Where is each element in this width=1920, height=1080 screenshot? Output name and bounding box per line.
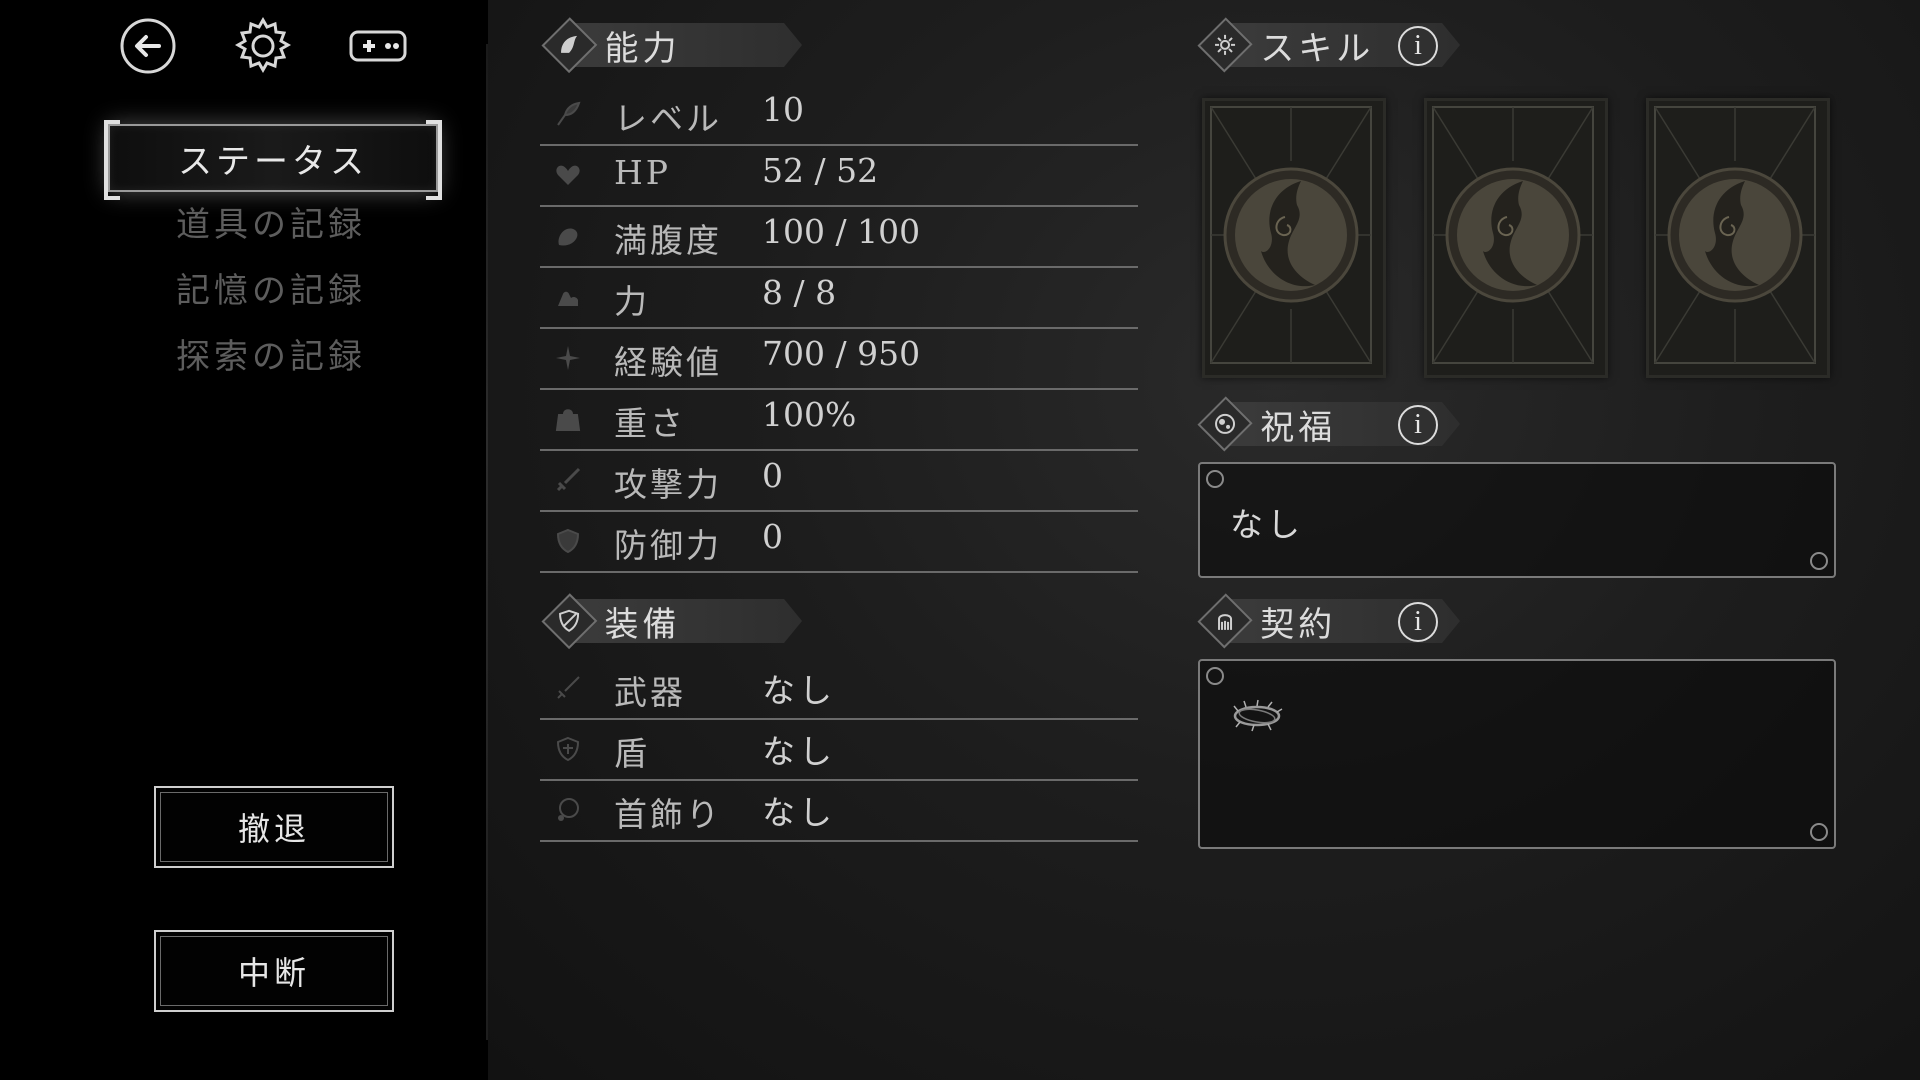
equip-row-weapon: 武器 なし (540, 658, 1138, 720)
frame-ornament (1206, 667, 1224, 685)
stat-label: 力 (614, 282, 650, 321)
equip-value: なし (762, 732, 836, 771)
settings-gear-icon[interactable] (233, 16, 293, 76)
stat-label: 防御力 (614, 526, 722, 565)
nav-memory-records[interactable]: 記憶の記録 (108, 260, 434, 314)
skill-card[interactable] (1646, 98, 1830, 378)
stat-row-experience: 経験値 700 / 950 (540, 328, 1138, 390)
ability-title: 能力 (571, 23, 802, 67)
retreat-button[interactable]: 撤退 (154, 786, 394, 868)
sidebar: ステータス 道具の記録 記憶の記録 探索の記録 撤退 中断 (0, 0, 488, 1080)
shield-icon (554, 527, 582, 555)
stat-value: 0 (762, 456, 783, 495)
nav-item-records[interactable]: 道具の記録 (108, 194, 434, 248)
nav-status[interactable]: ステータス (104, 120, 442, 200)
stat-row-satiety: 満腹度 100 / 100 (540, 206, 1138, 268)
frame-ornament (1810, 823, 1828, 841)
equip-value: なし (762, 671, 836, 710)
equip-value: なし (762, 793, 836, 832)
skill-card[interactable] (1424, 98, 1608, 378)
stat-label: 重さ (614, 404, 686, 443)
stat-value: 52 / 52 (762, 151, 879, 190)
star-icon (554, 344, 582, 372)
equip-label: 首飾り (614, 795, 722, 834)
arm-icon (554, 283, 582, 311)
blessing-info-button[interactable]: i (1398, 405, 1438, 445)
contract-info-button[interactable]: i (1398, 602, 1438, 642)
skill-card[interactable] (1202, 98, 1386, 378)
blessing-header: 祝福 i (1197, 396, 1460, 452)
bag-icon (554, 405, 582, 433)
sword-icon (554, 466, 582, 494)
skill-header: スキル i (1197, 17, 1460, 73)
stat-row-level: レベル 10 (540, 84, 1138, 146)
stat-value: 100 / 100 (762, 212, 921, 251)
stat-row-hp: HP 52 / 52 (540, 145, 1138, 207)
meat-icon (554, 222, 582, 250)
feather-icon (554, 100, 582, 128)
stat-row-defense: 防御力 0 (540, 511, 1138, 573)
equip-label: 武器 (614, 673, 686, 712)
stat-label: 満腹度 (614, 221, 722, 260)
equipment-header: 装備 (541, 593, 802, 649)
suspend-button[interactable]: 中断 (154, 930, 394, 1012)
ability-header: 能力 (541, 17, 802, 73)
moon-card-art-icon (1210, 106, 1372, 364)
equip-row-shield: 盾 なし (540, 719, 1138, 781)
equipment-title: 装備 (571, 599, 802, 643)
stat-value: 10 (762, 90, 804, 129)
weapon-icon (554, 674, 582, 702)
stat-label: HP (614, 153, 671, 192)
blessing-value: なし (1230, 505, 1304, 544)
necklace-icon (554, 796, 582, 824)
stat-value: 100% (762, 395, 857, 434)
heart-icon (554, 161, 582, 189)
back-arrow-icon[interactable] (118, 16, 178, 76)
stat-row-strength: 力 8 / 8 (540, 267, 1138, 329)
moon-card-art-icon (1654, 106, 1816, 364)
stat-row-attack: 攻撃力 0 (540, 450, 1138, 512)
nav-exploration-records[interactable]: 探索の記録 (108, 326, 434, 380)
stat-label: 攻撃力 (614, 465, 722, 504)
stat-value: 8 / 8 (762, 273, 837, 312)
stat-label: 経験値 (614, 343, 722, 382)
equip-label: 盾 (614, 734, 650, 773)
stat-value: 0 (762, 517, 783, 556)
contract-box (1198, 659, 1836, 849)
stat-label: レベル (614, 99, 722, 138)
shield-cross-icon (554, 735, 582, 763)
frame-ornament (1206, 470, 1224, 488)
gamepad-icon[interactable] (348, 16, 408, 76)
thorn-crown-icon[interactable] (1230, 697, 1284, 739)
stat-value: 700 / 950 (762, 334, 921, 373)
equip-row-necklace: 首飾り なし (540, 780, 1138, 842)
moon-card-art-icon (1432, 106, 1594, 364)
skill-info-button[interactable]: i (1398, 26, 1438, 66)
stat-row-weight: 重さ 100% (540, 389, 1138, 451)
contract-header: 契約 i (1197, 593, 1460, 649)
blessing-box: なし (1198, 462, 1836, 578)
frame-ornament (1810, 552, 1828, 570)
